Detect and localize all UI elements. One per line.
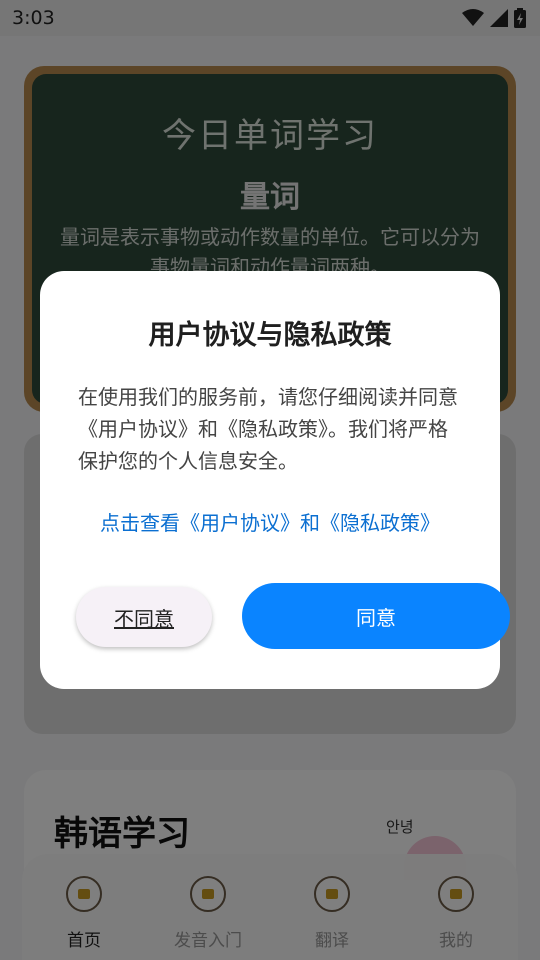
agreement-link[interactable]: 点击查看《用户协议》和《隐私政策》 <box>40 507 500 536</box>
dialog-title: 用户协议与隐私政策 <box>148 320 392 351</box>
disagree-button[interactable]: 不同意 <box>76 587 212 647</box>
agree-button[interactable]: 同意 <box>242 583 510 649</box>
privacy-dialog: 用户协议与隐私政策 在使用我们的服务前，请您仔细阅读并同意《用户协议》和《隐私政… <box>40 271 510 689</box>
dialog-body: 在使用我们的服务前，请您仔细阅读并同意《用户协议》和《隐私政策》。我们将严格保护… <box>78 385 458 473</box>
